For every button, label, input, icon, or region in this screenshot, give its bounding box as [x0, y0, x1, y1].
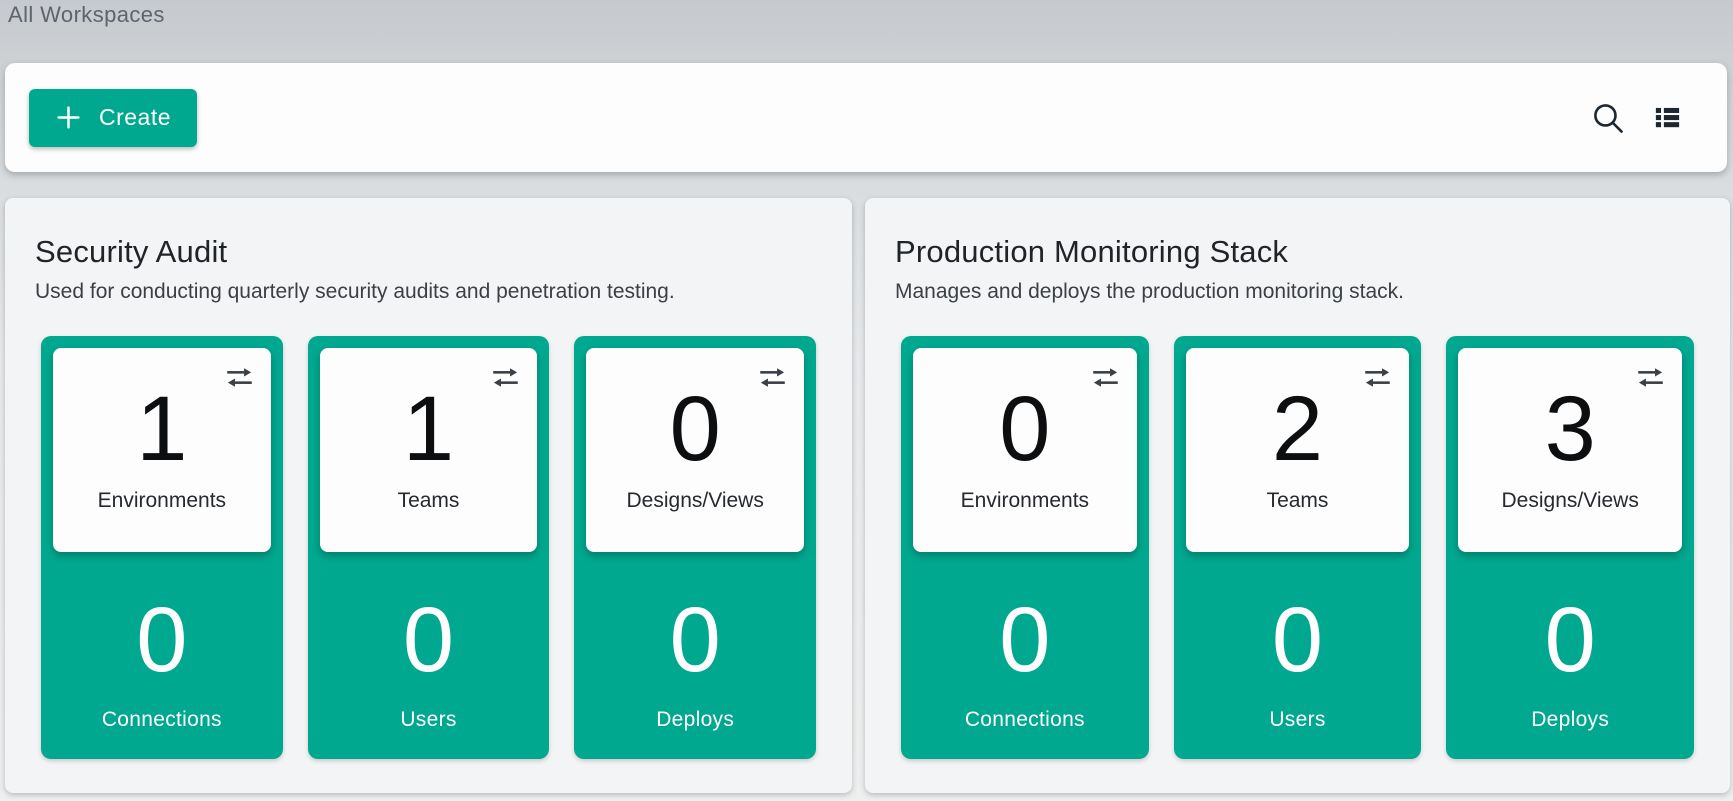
- stat-value: 0: [586, 604, 804, 678]
- stat-tile-bottom: 0 Users: [1186, 604, 1410, 732]
- stat-tile: 3 Designs/Views 0 Deploys: [1446, 336, 1694, 759]
- stat-tile-top[interactable]: 1 Teams: [320, 348, 538, 552]
- stat-tile-row: 0 Environments 0 Connections 2: [895, 336, 1700, 759]
- stat-label: Environments: [961, 489, 1089, 513]
- stat-value: 3: [1545, 387, 1596, 472]
- stat-tile-bottom: 0 Connections: [53, 604, 271, 732]
- stat-tile-bottom: 0 Connections: [913, 604, 1137, 732]
- plus-icon: [55, 104, 82, 131]
- stat-tile: 0 Designs/Views 0 Deploys: [574, 336, 816, 759]
- stat-value: 0: [1186, 604, 1410, 678]
- swap-horizontal-icon[interactable]: [224, 362, 255, 396]
- stat-label: Users: [1186, 708, 1410, 732]
- stat-label: Connections: [913, 708, 1137, 732]
- create-button-label: Create: [99, 104, 171, 131]
- stat-value: 0: [53, 604, 271, 678]
- stat-tile-row: 1 Environments 0 Connections 1: [35, 336, 822, 759]
- swap-horizontal-icon[interactable]: [490, 362, 521, 396]
- stat-label: Teams: [1267, 489, 1329, 513]
- stat-tile: 0 Environments 0 Connections: [901, 336, 1149, 759]
- workspace-description: Used for conducting quarterly security a…: [35, 280, 822, 304]
- stat-label: Deploys: [586, 708, 804, 732]
- swap-horizontal-icon[interactable]: [1362, 362, 1393, 396]
- workspace-card: Security Audit Used for conducting quart…: [5, 198, 852, 793]
- swap-horizontal-icon[interactable]: [1635, 362, 1666, 396]
- workspace-title: Production Monitoring Stack: [895, 234, 1700, 270]
- stat-value: 1: [136, 387, 187, 472]
- stat-value: 2: [1272, 387, 1323, 472]
- stat-value: 0: [670, 387, 721, 472]
- stat-label: Designs/Views: [627, 489, 764, 513]
- stat-tile-top[interactable]: 3 Designs/Views: [1458, 348, 1682, 552]
- stat-label: Teams: [398, 489, 460, 513]
- stat-tile-top[interactable]: 2 Teams: [1186, 348, 1410, 552]
- stat-tile-top[interactable]: 0 Environments: [913, 348, 1137, 552]
- stat-value: 0: [320, 604, 538, 678]
- stat-tile-bottom: 0 Users: [320, 604, 538, 732]
- stat-label: Connections: [53, 708, 271, 732]
- stat-value: 0: [1458, 604, 1682, 678]
- stat-tile-bottom: 0 Deploys: [586, 604, 804, 732]
- stat-label: Designs/Views: [1502, 489, 1639, 513]
- stat-tile-bottom: 0 Deploys: [1458, 604, 1682, 732]
- workspace-card: Production Monitoring Stack Manages and …: [865, 198, 1730, 793]
- swap-horizontal-icon[interactable]: [1090, 362, 1121, 396]
- workspace-description: Manages and deploys the production monit…: [895, 280, 1700, 304]
- stat-tile-top[interactable]: 1 Environments: [53, 348, 271, 552]
- stat-tile: 1 Teams 0 Users: [308, 336, 550, 759]
- stat-label: Users: [320, 708, 538, 732]
- view-list-icon[interactable]: [1652, 102, 1683, 133]
- workspace-grid: Security Audit Used for conducting quart…: [5, 198, 1730, 793]
- create-button[interactable]: Create: [29, 89, 197, 147]
- stat-label: Environments: [98, 489, 226, 513]
- toolbar: Create: [5, 63, 1727, 172]
- stat-value: 0: [999, 387, 1050, 472]
- toolbar-icon-group: [1591, 101, 1703, 134]
- stat-tile: 1 Environments 0 Connections: [41, 336, 283, 759]
- stat-tile-top[interactable]: 0 Designs/Views: [586, 348, 804, 552]
- page-title: All Workspaces: [8, 2, 165, 28]
- stat-value: 0: [913, 604, 1137, 678]
- stat-value: 1: [403, 387, 454, 472]
- stat-label: Deploys: [1458, 708, 1682, 732]
- swap-horizontal-icon[interactable]: [757, 362, 788, 396]
- search-icon[interactable]: [1591, 101, 1624, 134]
- workspace-title: Security Audit: [35, 234, 822, 270]
- stat-tile: 2 Teams 0 Users: [1174, 336, 1422, 759]
